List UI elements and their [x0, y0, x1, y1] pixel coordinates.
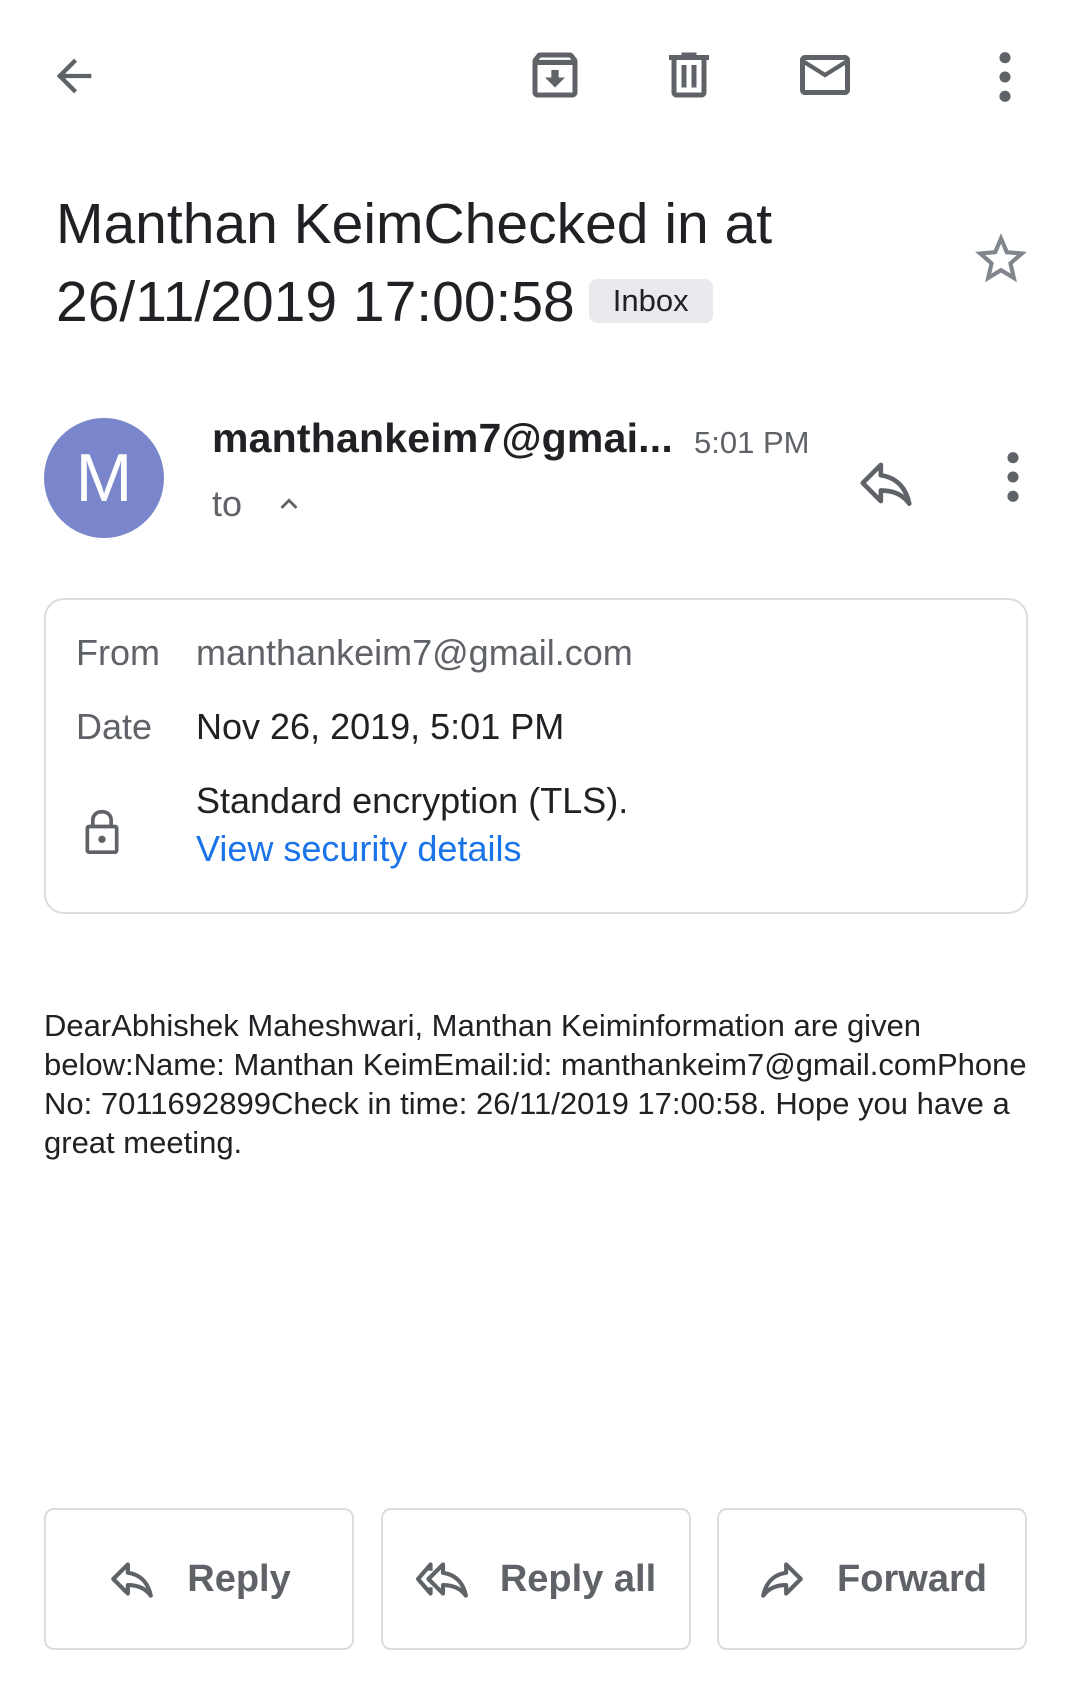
reply-icon — [107, 1554, 157, 1604]
inbox-label-chip[interactable]: Inbox — [588, 278, 713, 323]
reply-button[interactable]: Reply — [44, 1508, 354, 1650]
avatar: M — [44, 418, 164, 538]
recipients-toggle[interactable]: to — [212, 483, 306, 525]
email-body: DearAbhishek Maheshwari, Manthan Keiminf… — [44, 1008, 1027, 1160]
encryption-status: Standard encryption (TLS). — [196, 780, 629, 821]
message-more-vert-icon[interactable] — [996, 448, 1030, 511]
arrow-back-icon[interactable] — [46, 48, 102, 104]
lock-icon — [80, 806, 124, 863]
forward-icon — [757, 1554, 807, 1604]
from-label: From — [76, 632, 160, 673]
sender-name[interactable]: manthankeim7@gmai... — [212, 415, 673, 462]
chevron-up-icon[interactable] — [272, 487, 306, 521]
email-view: Manthan KeimChecked in at 26/11/2019 17:… — [0, 0, 1073, 1688]
view-security-details-link[interactable]: View security details — [196, 828, 521, 870]
trash-icon[interactable] — [658, 44, 720, 106]
reply-all-button[interactable]: Reply all — [381, 1508, 691, 1650]
mail-icon[interactable] — [792, 44, 858, 106]
from-value[interactable]: manthankeim7@gmail.com — [196, 632, 633, 674]
email-subject: Manthan KeimChecked in at 26/11/2019 17:… — [56, 185, 936, 341]
reply-all-label: Reply all — [499, 1557, 657, 1600]
forward-button[interactable]: Forward — [717, 1508, 1027, 1650]
more-vert-icon[interactable] — [988, 48, 1022, 106]
forward-label: Forward — [837, 1557, 987, 1600]
star-icon[interactable] — [970, 228, 1032, 295]
top-toolbar — [0, 0, 1073, 160]
archive-icon[interactable] — [524, 44, 586, 106]
reply-all-icon — [415, 1554, 470, 1604]
to-label: to — [212, 483, 243, 524]
message-details-card: From manthankeim7@gmail.com Date Nov 26,… — [44, 598, 1028, 914]
date-value: Nov 26, 2019, 5:01 PM — [196, 706, 565, 747]
message-time: 5:01 PM — [694, 425, 810, 460]
reply-label: Reply — [187, 1557, 291, 1600]
date-label: Date — [76, 706, 153, 747]
reply-icon[interactable] — [855, 452, 917, 519]
